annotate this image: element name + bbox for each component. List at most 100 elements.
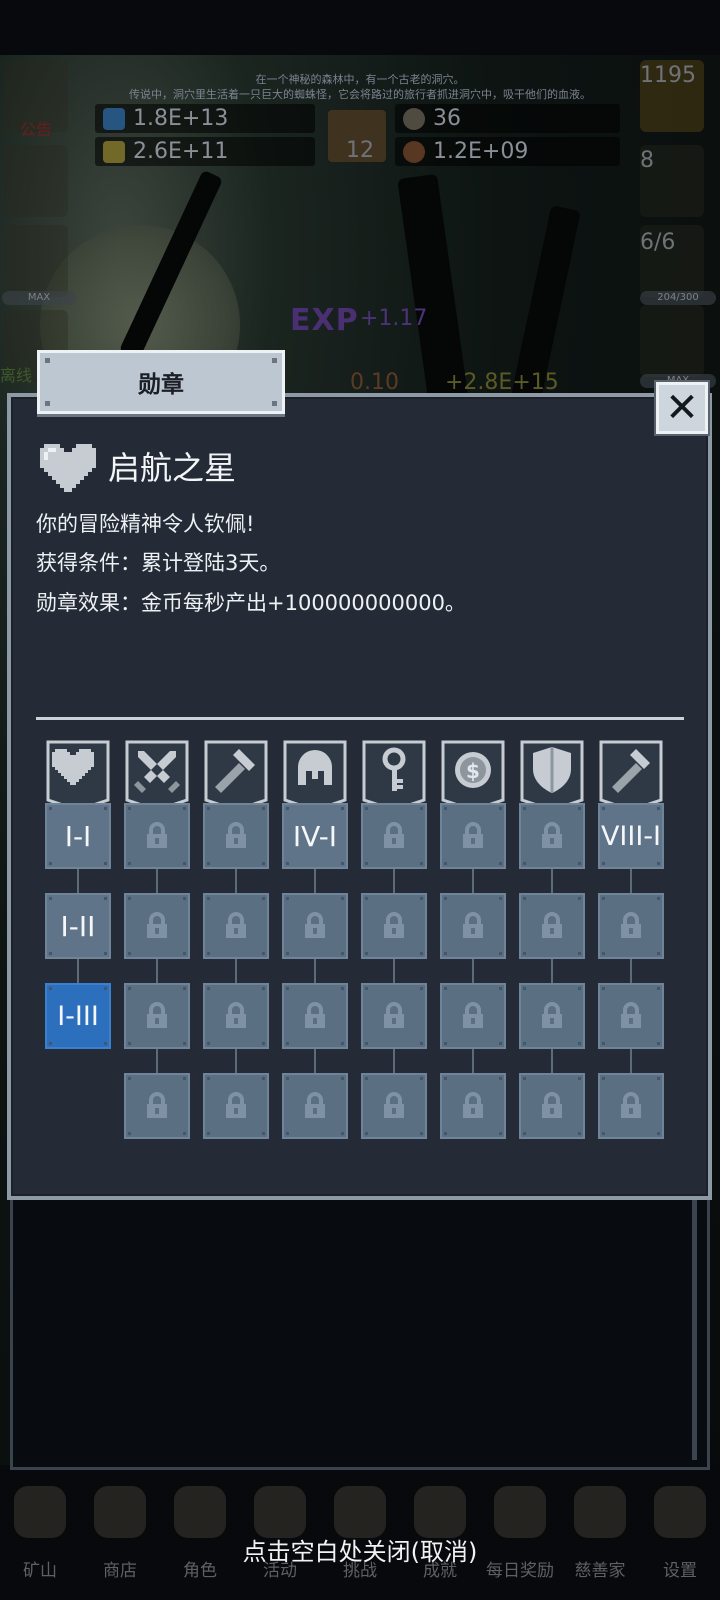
locked-medal-slot[interactable]: [361, 1073, 427, 1139]
lantern-icon: [14, 1486, 66, 1538]
medal-level-i-i[interactable]: I-I: [45, 803, 111, 869]
locked-medal-slot[interactable]: [203, 893, 269, 959]
svg-text:$: $: [466, 759, 480, 783]
lock-icon: [542, 822, 562, 848]
resource-blue-potion: 1.8E+13: [95, 104, 315, 133]
lock-icon: [226, 912, 246, 938]
medal-level-i-ii[interactable]: I-II: [45, 893, 111, 959]
close-button[interactable]: ✕: [656, 382, 708, 434]
book-icon: [334, 1486, 386, 1538]
story-text: 在一个神秘的森林中，有一个古老的洞穴。 传说中，洞穴里生活着一只巨大的蜘蛛怪，它…: [0, 72, 720, 102]
level-connector: [77, 959, 79, 985]
lock-icon: [463, 822, 483, 848]
locked-medal-slot[interactable]: [203, 983, 269, 1049]
level-connector: [156, 869, 158, 895]
locked-medal-slot[interactable]: [203, 1073, 269, 1139]
medal-level-i-iii[interactable]: I-III: [45, 983, 111, 1049]
shield-icon[interactable]: [519, 739, 585, 813]
level-connector: [551, 1049, 553, 1075]
medal-condition: 获得条件：累计登陆3天。: [36, 551, 281, 575]
scrollbar[interactable]: [692, 1180, 697, 1460]
lock-icon: [384, 822, 404, 848]
locked-medal-slot[interactable]: [361, 893, 427, 959]
hammer-icon[interactable]: [203, 739, 269, 813]
lock-icon: [384, 1002, 404, 1028]
gear-icon: [654, 1486, 706, 1538]
lock-icon: [226, 1092, 246, 1118]
level-connector: [235, 869, 237, 895]
lock-icon: [147, 1092, 167, 1118]
axe-icon[interactable]: [598, 739, 664, 813]
letter-icon: [494, 1486, 546, 1538]
key-icon[interactable]: [361, 739, 427, 813]
dialog-title: 勋章: [138, 372, 184, 398]
slime-progress: 204/300: [640, 291, 716, 305]
locked-medal-slot[interactable]: [282, 983, 348, 1049]
locked-medal-slot[interactable]: [124, 1073, 190, 1139]
lock-icon: [147, 822, 167, 848]
medal-level-iv-i[interactable]: IV-I: [282, 803, 348, 869]
sword-slot[interactable]: [640, 305, 704, 377]
helmet-icon[interactable]: [282, 739, 348, 813]
level-connector: [235, 1049, 237, 1075]
level-connector: [156, 1049, 158, 1075]
divider: [36, 717, 684, 720]
locked-medal-slot[interactable]: [361, 803, 427, 869]
lock-icon: [621, 1002, 641, 1028]
locked-medal-slot[interactable]: [124, 893, 190, 959]
resource-value: 1.2E+09: [433, 139, 529, 164]
locked-medal-slot[interactable]: [282, 893, 348, 959]
level-label: IV-I: [292, 819, 338, 853]
max-tag: MAX: [2, 291, 76, 305]
level-connector: [472, 869, 474, 895]
misc-value: 0.10: [350, 370, 399, 395]
crossed-swords-icon[interactable]: [124, 739, 190, 813]
level-label: VIII-I: [600, 820, 662, 852]
coin-icon[interactable]: $: [440, 739, 506, 813]
resource-yellow-potion: 2.6E+11: [95, 137, 315, 166]
book-count: 12: [346, 138, 374, 163]
level-connector: [551, 959, 553, 985]
bread-icon: [574, 1486, 626, 1538]
slime-count: 6/6: [640, 230, 676, 255]
level-connector: [393, 1049, 395, 1075]
locked-medal-slot[interactable]: [519, 1073, 585, 1139]
locked-medal-slot[interactable]: [598, 983, 664, 1049]
torch-slot[interactable]: [4, 145, 68, 217]
locked-medal-slot[interactable]: [440, 983, 506, 1049]
offline-label: 离线: [0, 366, 33, 385]
locked-medal-slot[interactable]: [519, 983, 585, 1049]
resource-value: 1.8E+13: [133, 106, 229, 131]
locked-medal-slot[interactable]: [440, 803, 506, 869]
yellow-potion-icon: [103, 140, 125, 163]
locked-medal-slot[interactable]: [124, 803, 190, 869]
locked-medal-slot[interactable]: [203, 803, 269, 869]
story-line: 在一个神秘的森林中，有一个古老的洞穴。: [255, 73, 465, 86]
top-right-count: 1195: [640, 63, 696, 88]
medal-level-viii-i[interactable]: VIII-I: [598, 803, 664, 869]
level-connector: [551, 869, 553, 895]
dismiss-hint[interactable]: 点击空白处关闭(取消): [0, 1532, 720, 1567]
level-connector: [314, 1049, 316, 1075]
locked-medal-slot[interactable]: [598, 1073, 664, 1139]
bread-slot[interactable]: [4, 225, 68, 297]
locked-medal-slot[interactable]: [361, 983, 427, 1049]
heart-icon[interactable]: [45, 739, 111, 813]
chest-count: 8: [640, 148, 654, 173]
stone-icon: [403, 107, 425, 130]
locked-medal-slot[interactable]: [440, 1073, 506, 1139]
lock-icon: [384, 1092, 404, 1118]
locked-medal-slot[interactable]: [598, 893, 664, 959]
lock-icon: [542, 1002, 562, 1028]
locked-medal-slot[interactable]: [124, 983, 190, 1049]
locked-medal-slot[interactable]: [519, 893, 585, 959]
locked-medal-slot[interactable]: [440, 893, 506, 959]
level-connector: [314, 869, 316, 895]
level-label: I-III: [57, 1000, 99, 1032]
locked-medal-slot[interactable]: [519, 803, 585, 869]
level-connector: [77, 869, 79, 895]
skull-icon: [174, 1486, 226, 1538]
locked-medal-slot[interactable]: [282, 1073, 348, 1139]
lock-icon: [621, 912, 641, 938]
lock-icon: [226, 1002, 246, 1028]
